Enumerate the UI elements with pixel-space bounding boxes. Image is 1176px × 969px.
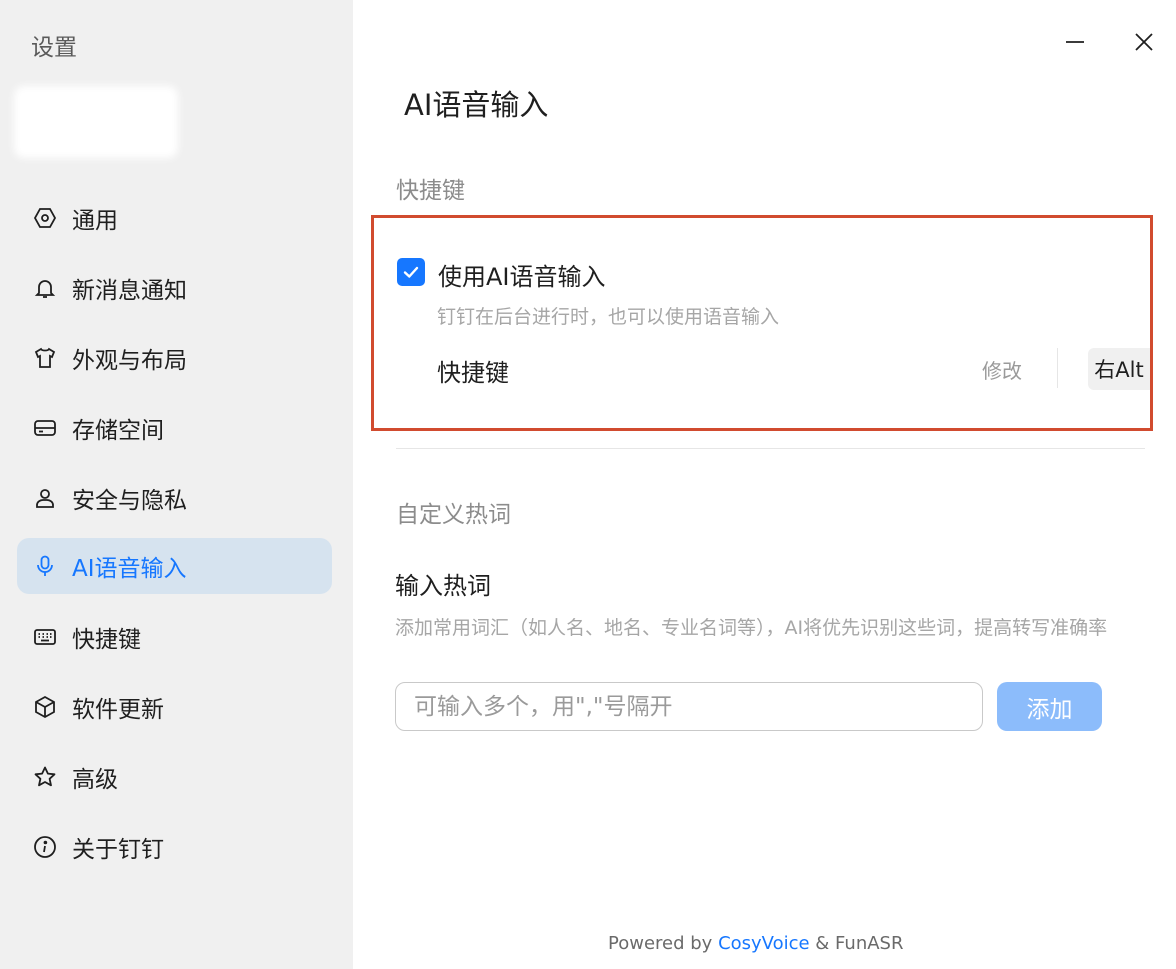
page-title: AI语音输入 xyxy=(404,88,549,122)
check-icon xyxy=(403,266,419,278)
hotword-description: 添加常用词汇（如人名、地名、专业名词等），AI将优先识别这些词，提高转写准确率 xyxy=(395,617,1108,639)
microphone-icon xyxy=(32,553,58,579)
sidebar-item-label: 快捷键 xyxy=(72,627,141,653)
sidebar-item-privacy[interactable]: 安全与隐私 xyxy=(17,470,332,526)
settings-window: 设置 通用 新消息通知 外观与布局 存储空间 安全与隐私 AI语音输入 快捷键 … xyxy=(0,0,1176,969)
sidebar-item-updates[interactable]: 软件更新 xyxy=(17,679,332,735)
checkbox-label[interactable]: 使用AI语音输入 xyxy=(438,257,606,292)
keyboard-icon xyxy=(32,624,58,650)
hotword-section-label: 自定义热词 xyxy=(396,502,511,528)
sidebar-item-shortcuts[interactable]: 快捷键 xyxy=(17,609,332,665)
star-icon xyxy=(32,764,58,790)
hotword-title: 输入热词 xyxy=(395,572,491,600)
sidebar-item-label: 高级 xyxy=(72,767,118,793)
sidebar-item-label: 存储空间 xyxy=(72,418,164,444)
user-icon xyxy=(32,485,58,511)
close-icon xyxy=(1135,33,1153,51)
footer-brand-link[interactable]: CosyVoice xyxy=(718,933,810,954)
sidebar-item-label: 关于钉钉 xyxy=(72,837,164,863)
shortcut-key-badge: 右Alt xyxy=(1088,348,1150,390)
sidebar-item-label: 软件更新 xyxy=(72,697,164,723)
sidebar-item-label: 通用 xyxy=(72,208,118,234)
sidebar-item-storage[interactable]: 存储空间 xyxy=(17,400,332,456)
hexagon-settings-icon xyxy=(32,205,58,231)
tshirt-icon xyxy=(32,345,58,371)
sidebar-item-label: 安全与隐私 xyxy=(72,488,187,514)
avatar xyxy=(14,86,178,158)
minimize-button[interactable] xyxy=(1059,26,1091,58)
sidebar-item-about[interactable]: 关于钉钉 xyxy=(17,819,332,875)
shortcut-section-label: 快捷键 xyxy=(396,178,465,204)
modify-shortcut-link[interactable]: 修改 xyxy=(982,355,1022,384)
minimize-icon xyxy=(1066,41,1084,43)
cube-icon xyxy=(32,694,58,720)
footer: Powered by CosyVoice & FunASR xyxy=(608,933,904,954)
sidebar-item-advanced[interactable]: 高级 xyxy=(17,749,332,805)
sidebar-item-ai-voice-input[interactable]: AI语音输入 xyxy=(17,538,332,594)
info-icon xyxy=(32,834,58,860)
footer-prefix: Powered by xyxy=(608,933,719,954)
hard-drive-icon xyxy=(32,415,58,441)
bell-icon xyxy=(32,275,58,301)
shortcut-label: 快捷键 xyxy=(437,359,509,387)
sidebar-item-notifications[interactable]: 新消息通知 xyxy=(17,260,332,316)
sidebar: 设置 通用 新消息通知 外观与布局 存储空间 安全与隐私 AI语音输入 快捷键 … xyxy=(0,0,353,969)
hotword-input[interactable] xyxy=(395,682,983,731)
close-button[interactable] xyxy=(1128,26,1160,58)
sidebar-title: 设置 xyxy=(31,35,77,61)
add-hotword-button[interactable]: 添加 xyxy=(997,682,1102,731)
divider xyxy=(1057,348,1058,388)
sidebar-item-label: 外观与布局 xyxy=(72,348,187,374)
sidebar-item-label: AI语音输入 xyxy=(72,556,187,582)
sidebar-item-general[interactable]: 通用 xyxy=(17,190,332,246)
checkbox-description: 钉钉在后台进行时，也可以使用语音输入 xyxy=(437,306,780,328)
ai-voice-input-checkbox[interactable] xyxy=(397,258,425,286)
footer-suffix: & FunASR xyxy=(809,933,904,954)
sidebar-item-label: 新消息通知 xyxy=(72,278,187,304)
sidebar-item-appearance[interactable]: 外观与布局 xyxy=(17,330,332,386)
divider xyxy=(396,448,1145,449)
